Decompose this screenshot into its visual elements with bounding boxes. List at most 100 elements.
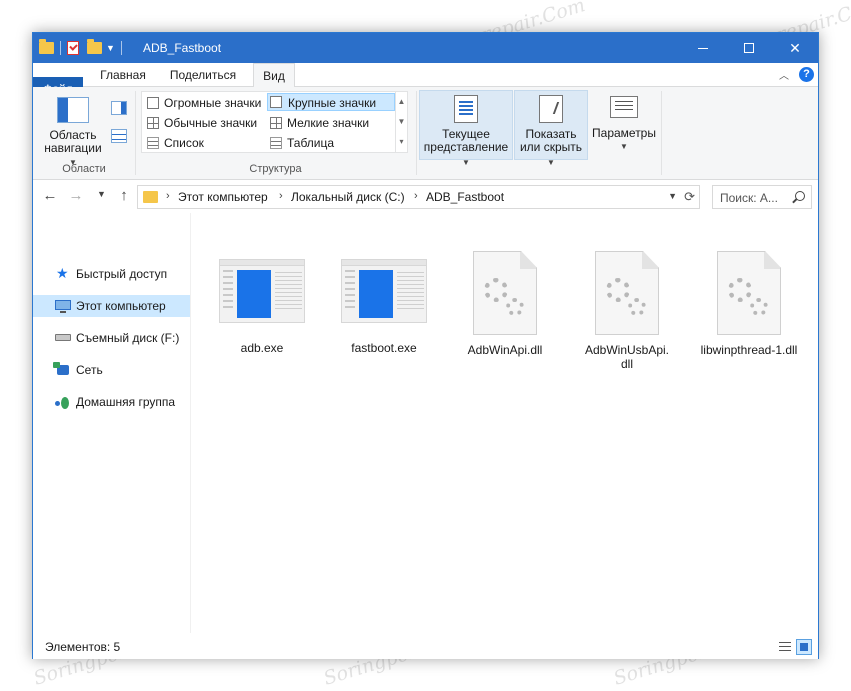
collapse-ribbon-chevron-icon[interactable]: ︿: [779, 67, 789, 82]
help-icon[interactable]: ?: [799, 67, 814, 82]
nav-item-label: Этот компьютер: [76, 299, 166, 313]
nav-item-quick-access[interactable]: ★ Быстрый доступ: [33, 263, 190, 285]
options-label: Параметры: [592, 126, 656, 140]
navigation-pane-icon: [57, 97, 89, 123]
refresh-icon[interactable]: ⟳: [684, 189, 695, 205]
title-bar: ▼ ADB_Fastboot ✕: [33, 33, 818, 63]
show-hide-button[interactable]: Показать или скрыть ▼: [514, 90, 588, 167]
search-box[interactable]: Поиск: A...: [712, 185, 812, 209]
breadcrumb-this-pc[interactable]: Этот компьютер: [178, 190, 268, 204]
breadcrumb-separator-icon[interactable]: ›: [166, 190, 170, 202]
dll-file-icon: [473, 251, 537, 335]
search-icon[interactable]: [795, 191, 805, 201]
chevron-down-icon: ▼: [462, 158, 470, 167]
medium-icons-icon: [147, 117, 159, 129]
address-history-chevron-icon[interactable]: ▼: [668, 191, 677, 201]
large-icons-icon: [270, 96, 282, 108]
nav-item-network[interactable]: Сеть: [33, 359, 190, 381]
list-view-icon: [147, 137, 159, 149]
layout-small-icons[interactable]: Мелкие значки: [267, 114, 395, 132]
file-name: AdbWinUsbApi.dll: [584, 343, 670, 371]
maximize-button[interactable]: [726, 33, 772, 63]
layout-list[interactable]: Список: [144, 134, 264, 152]
current-view-label-line2: представление: [423, 140, 509, 154]
nav-item-label: Быстрый доступ: [76, 267, 168, 281]
expand-gallery-icon[interactable]: ▾: [396, 132, 407, 152]
search-input[interactable]: Поиск: A...: [720, 191, 778, 205]
folder-icon: [143, 191, 158, 203]
dll-file-icon: [595, 251, 659, 335]
file-list: adb.exe fastboot.exe AdbWinApi.dll AdbWi…: [192, 213, 818, 633]
group-label-layout: Структура: [249, 163, 302, 175]
toolbar-separator: [120, 41, 122, 55]
layout-gallery: Огромные значки Крупные значки Обычные з…: [141, 91, 408, 153]
customize-toolbar-chevron-icon[interactable]: ▼: [106, 43, 115, 53]
preview-pane-icon[interactable]: [111, 101, 127, 115]
file-item[interactable]: libwinpthread-1.dll: [694, 251, 804, 357]
scroll-down-icon[interactable]: ▼: [396, 112, 407, 132]
breadcrumb-separator-icon[interactable]: ›: [279, 190, 283, 202]
toolbar-separator: [60, 41, 61, 55]
up-arrow-icon: ↑: [120, 187, 128, 204]
exe-file-icon: [219, 259, 305, 323]
forward-button[interactable]: →: [67, 187, 85, 204]
nav-item-label: Сеть: [76, 363, 103, 377]
details-view-icon: [270, 137, 282, 149]
layout-gallery-scroller[interactable]: ▲ ▼ ▾: [395, 92, 407, 152]
minimize-button[interactable]: [680, 33, 726, 63]
ribbon-separator: [661, 91, 662, 175]
extra-large-icons-icon: [147, 97, 159, 109]
tab-view[interactable]: Вид: [253, 63, 295, 88]
show-hide-icon: [539, 95, 563, 123]
nav-item-homegroup[interactable]: Домашняя группа: [33, 391, 190, 413]
navigation-pane: ★ Быстрый доступ Этот компьютер Съемный …: [33, 213, 191, 633]
nav-item-removable-disk[interactable]: Съемный диск (F:): [33, 327, 190, 349]
new-folder-icon[interactable]: [87, 39, 102, 54]
current-view-icon: [454, 95, 478, 123]
layout-large-icons[interactable]: Крупные значки: [267, 93, 395, 111]
current-view-button[interactable]: Текущее представление ▼: [419, 90, 513, 167]
details-view-toggle-icon[interactable]: [776, 639, 792, 655]
ribbon-separator: [416, 91, 417, 175]
details-pane-icon[interactable]: [111, 129, 127, 143]
layout-medium-icons[interactable]: Обычные значки: [144, 114, 264, 132]
tab-home[interactable]: Главная: [93, 63, 153, 87]
up-button[interactable]: ↑: [115, 187, 133, 204]
removable-drive-icon: [55, 334, 71, 341]
large-icons-view-toggle-icon[interactable]: [796, 639, 812, 655]
properties-icon[interactable]: [67, 41, 79, 55]
file-item[interactable]: AdbWinUsbApi.dll: [572, 251, 682, 371]
explorer-window: ▼ ADB_Fastboot ✕ Файл Главная Поделиться…: [32, 32, 819, 659]
back-button[interactable]: ←: [41, 187, 59, 204]
options-button[interactable]: Параметры ▼: [591, 90, 657, 160]
chevron-down-icon: ▼: [620, 142, 628, 151]
maximize-icon: [744, 43, 754, 53]
nav-item-label: Съемный диск (F:): [76, 331, 180, 345]
chevron-down-icon: ▼: [547, 158, 555, 167]
breadcrumb-current-folder[interactable]: ADB_Fastboot: [426, 190, 504, 204]
scroll-up-icon[interactable]: ▲: [396, 92, 407, 112]
recent-locations-chevron-icon[interactable]: ▼: [97, 189, 106, 199]
layout-item-label: Крупные значки: [288, 96, 377, 110]
file-item[interactable]: fastboot.exe: [329, 259, 439, 355]
tab-share[interactable]: Поделиться: [163, 63, 243, 87]
nav-item-this-pc[interactable]: Этот компьютер: [33, 295, 190, 317]
ribbon-view: Область навигации ▼ Области Огромные зна…: [33, 87, 818, 180]
navigation-pane-button[interactable]: Область навигации ▼: [39, 93, 107, 167]
address-bar[interactable]: › Этот компьютер › Локальный диск (C:) ›…: [137, 185, 700, 209]
breadcrumb-separator-icon[interactable]: ›: [414, 190, 418, 202]
close-button[interactable]: ✕: [772, 33, 818, 63]
back-arrow-icon: ←: [42, 187, 58, 204]
file-name: adb.exe: [240, 341, 284, 355]
layout-details[interactable]: Таблица: [267, 134, 395, 152]
file-item[interactable]: adb.exe: [207, 259, 317, 355]
layout-item-label: Таблица: [287, 136, 335, 150]
group-label-panes: Области: [62, 163, 106, 175]
breadcrumb-local-disk[interactable]: Локальный диск (C:): [291, 190, 405, 204]
small-icons-icon: [270, 117, 282, 129]
forward-arrow-icon: →: [68, 187, 84, 204]
layout-extra-large-icons[interactable]: Огромные значки: [144, 94, 264, 112]
homegroup-icon: [55, 397, 71, 411]
file-item[interactable]: AdbWinApi.dll: [450, 251, 560, 357]
file-name: fastboot.exe: [351, 341, 417, 355]
